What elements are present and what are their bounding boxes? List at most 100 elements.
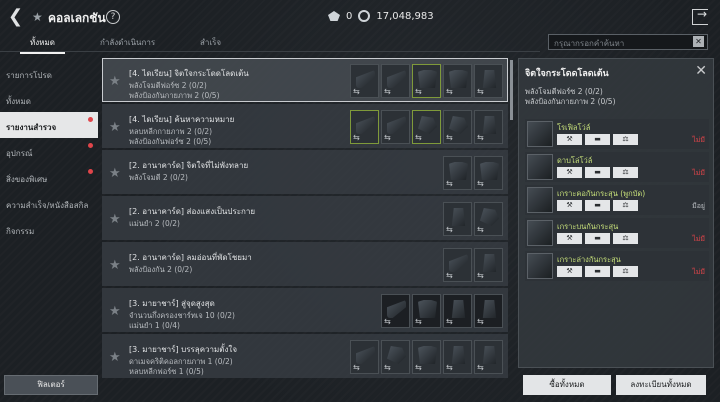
item-actions: ⚒ ▬ ⚖ (557, 167, 638, 178)
item-thumbnail (527, 154, 553, 180)
item-slot[interactable]: ⇆ (350, 64, 379, 98)
detail-item-name: โรเฟิลโว่ล์ (557, 123, 591, 132)
item-slot[interactable]: ⇆ (381, 110, 410, 144)
page-title: คอลเลกชัน (48, 11, 106, 25)
shop-button[interactable]: ▬ (585, 167, 610, 178)
buy-all-button[interactable]: ซื้อทั้งหมด (523, 375, 611, 395)
craft-button[interactable]: ⚒ (557, 233, 582, 244)
craft-button[interactable]: ⚒ (557, 200, 582, 211)
item-actions: ⚒ ▬ ⚖ (557, 134, 638, 145)
tab-all[interactable]: ทั้งหมด (20, 36, 65, 54)
register-all-button[interactable]: ลงทะเบียนทั้งหมด (616, 375, 706, 395)
back-icon[interactable]: ❮ (8, 7, 28, 27)
item-status: ไม่มี (692, 169, 705, 177)
detail-item-name: เกราะบนกันกระสุน (557, 222, 619, 231)
arm-armor-icon (480, 208, 499, 226)
clear-search-icon[interactable]: ✕ (693, 36, 704, 47)
swap-icon: ⇆ (415, 133, 422, 142)
item-slot[interactable]: ⇆ (412, 64, 441, 98)
tab-completed[interactable]: สำเร็จ (200, 36, 221, 49)
craft-button[interactable]: ⚒ (557, 134, 582, 145)
swap-icon: ⇆ (415, 87, 422, 96)
list-item[interactable]: ★ [2. อานาคาร์ด] จิตใจที่ไม่พังทลาย พลัง… (102, 150, 508, 194)
exchange-button[interactable]: ⚖ (613, 134, 638, 145)
favorite-star-icon[interactable]: ★ (109, 212, 121, 227)
detail-item-row[interactable]: เกราะบนกันกระสุน ⚒ ▬ ⚖ ไม่มี (525, 218, 709, 248)
sidebar-item-achievements[interactable]: ความสำเร็จ/หนังสือสกิล (0, 190, 98, 216)
list-item[interactable]: ★ [4. ไดเรียน] ค้นหาความหมาย หลบหลีกกายภ… (102, 104, 508, 148)
detail-item-row[interactable]: โรเฟิลโว่ล์ ⚒ ▬ ⚖ ไม่มี (525, 119, 709, 149)
item-slot[interactable]: ⇆ (474, 110, 503, 144)
sidebar-item-equipment[interactable]: อุปกรณ์ (0, 138, 98, 164)
item-slot[interactable]: ⇆ (443, 340, 472, 374)
item-slot[interactable]: ⇆ (474, 64, 503, 98)
close-icon[interactable]: ✕ (695, 63, 707, 79)
list-item[interactable]: ★ [2. อานาคาร์ด] ลมอ่อนที่พัดโชยมา พลังป… (102, 242, 508, 286)
detail-item-row[interactable]: เกราะล่างกันกระสุน ⚒ ▬ ⚖ ไม่มี (525, 251, 709, 281)
sidebar-item-survey-report[interactable]: รายงานสำรวจ (0, 112, 98, 138)
detail-item-row[interactable]: เกราะคอกันกระสุน (พูกบัด) ⚒ ▬ ⚖ มีอยู่ (525, 185, 709, 215)
item-slot[interactable]: ⇆ (474, 202, 503, 236)
collection-stat: พลังป้องกัน 2 (0/2) (129, 265, 193, 274)
shop-button[interactable]: ▬ (585, 266, 610, 277)
boots-icon (482, 254, 497, 272)
exchange-button[interactable]: ⚖ (613, 200, 638, 211)
exchange-button[interactable]: ⚖ (613, 266, 638, 277)
tab-in-progress[interactable]: กำลังดำเนินการ (100, 36, 155, 49)
item-slot[interactable]: ⇆ (412, 294, 441, 328)
list-item[interactable]: ★ [4. ไดเรียน] จิตใจกระโดดโลดเต้น พลังโจ… (102, 58, 508, 102)
exit-icon[interactable] (692, 7, 708, 25)
item-slot[interactable]: ⇆ (443, 110, 472, 144)
favorite-star-icon[interactable]: ★ (109, 350, 121, 365)
list-item[interactable]: ★ [2. อานาคาร์ด] ส่องแสงเป็นประกาย แม่นย… (102, 196, 508, 240)
favorite-star-icon[interactable]: ★ (109, 304, 121, 319)
scrollbar[interactable] (510, 60, 513, 120)
collection-name: [3. มายาชาร์] สู่จุดสูงสุด (129, 299, 215, 308)
search-input[interactable]: กรุณากรอกคำค้นหา ✕ (548, 34, 708, 50)
favorite-star-icon[interactable]: ★ (109, 74, 121, 89)
detail-item-row[interactable]: ดาบโล่โว่ล์ ⚒ ▬ ⚖ ไม่มี (525, 152, 709, 182)
collection-stat: พลังโจมตี 2 (0/2) (129, 173, 188, 182)
item-slot[interactable]: ⇆ (443, 202, 472, 236)
notification-dot (88, 169, 93, 174)
sidebar-item-all[interactable]: ทั้งหมด (0, 86, 98, 112)
favorite-star-icon[interactable]: ★ (109, 258, 121, 273)
exchange-button[interactable]: ⚖ (613, 167, 638, 178)
item-slot[interactable]: ⇆ (443, 248, 472, 282)
item-slot[interactable]: ⇆ (381, 64, 410, 98)
list-item[interactable]: ★ [3. มายาชาร์] สู่จุดสูงสุด จำนวนกึ่งคร… (102, 288, 508, 332)
item-slot[interactable]: ⇆ (350, 110, 379, 144)
item-slot[interactable]: ⇆ (474, 156, 503, 190)
item-slot[interactable]: ⇆ (474, 340, 503, 374)
sidebar-item-favorites[interactable]: รายการโปรด (0, 60, 98, 86)
shop-button[interactable]: ▬ (585, 200, 610, 211)
item-slot[interactable]: ⇆ (412, 340, 441, 374)
sidebar-item-label: สิ่งของพิเศษ (6, 175, 48, 184)
detail-item-name: เกราะคอกันกระสุน (พูกบัด) (557, 189, 646, 198)
sidebar-item-special-items[interactable]: สิ่งของพิเศษ (0, 164, 98, 190)
filter-button[interactable]: ฟิลเตอร์ (4, 375, 98, 395)
favorite-star-icon[interactable]: ★ (109, 166, 121, 181)
item-slot[interactable]: ⇆ (443, 156, 472, 190)
list-item[interactable]: ★ [3. มายาชาร์] บรรลุความตั้งใจ ดาเมจคริ… (102, 334, 508, 378)
item-slot[interactable]: ⇆ (381, 340, 410, 374)
item-slot[interactable]: ⇆ (350, 340, 379, 374)
item-slot[interactable]: ⇆ (474, 294, 503, 328)
shop-button[interactable]: ▬ (585, 134, 610, 145)
collection-list: ★ [4. ไดเรียน] จิตใจกระโดดโลดเต้น พลังโจ… (102, 58, 508, 402)
favorite-star-icon[interactable]: ★ (109, 120, 121, 135)
item-status: ไม่มี (692, 136, 705, 144)
item-slot[interactable]: ⇆ (412, 110, 441, 144)
item-slot[interactable]: ⇆ (443, 294, 472, 328)
currency-bar: 0 17,048,983 (328, 10, 434, 22)
item-slot[interactable]: ⇆ (474, 248, 503, 282)
item-slot[interactable]: ⇆ (443, 64, 472, 98)
craft-button[interactable]: ⚒ (557, 266, 582, 277)
sidebar-item-events[interactable]: กิจกรรม (0, 216, 98, 242)
shop-button[interactable]: ▬ (585, 233, 610, 244)
exchange-button[interactable]: ⚖ (613, 233, 638, 244)
item-slots: ⇆ ⇆ (443, 156, 503, 190)
help-icon[interactable]: ? (106, 10, 120, 24)
item-slot[interactable]: ⇆ (381, 294, 410, 328)
craft-button[interactable]: ⚒ (557, 167, 582, 178)
